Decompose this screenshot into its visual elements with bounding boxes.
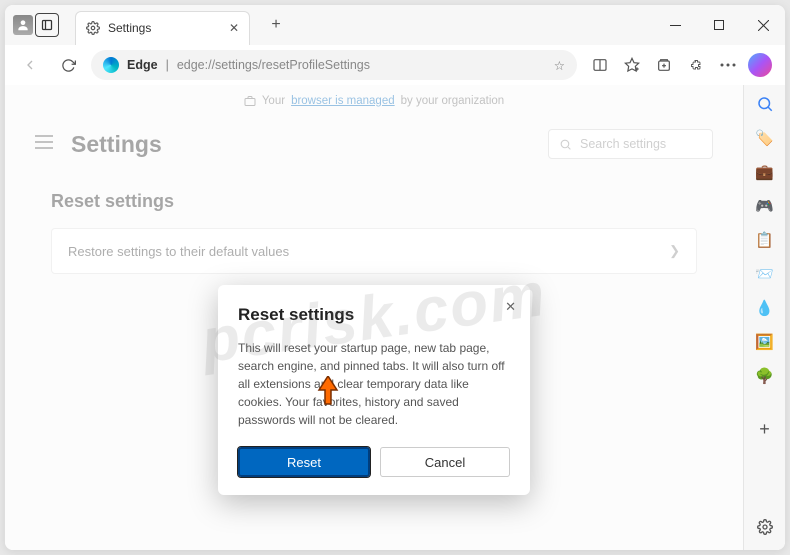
collections-icon[interactable] (649, 50, 679, 80)
tabstrip: Settings ✕ + (65, 6, 290, 45)
sidebar-shopping-icon[interactable]: 🏷️ (754, 127, 776, 149)
sidebar-games-icon[interactable]: 🎮 (754, 195, 776, 217)
gear-icon (86, 21, 100, 35)
edge-logo-icon (103, 57, 119, 73)
reset-button[interactable]: Reset (238, 447, 370, 477)
url-host: Edge (127, 58, 158, 72)
modal-overlay: ✕ Reset settings This will reset your st… (5, 85, 743, 550)
settings-page: Your browser is managed by your organiza… (5, 85, 743, 550)
back-button[interactable] (15, 50, 45, 80)
new-tab-button[interactable]: + (262, 11, 290, 39)
favorite-star-icon[interactable]: ☆ (554, 58, 565, 73)
close-tab-icon[interactable]: ✕ (229, 21, 239, 35)
url-path: edge://settings/resetProfileSettings (177, 58, 370, 72)
address-bar[interactable]: Edge | edge://settings/resetProfileSetti… (91, 50, 577, 80)
close-dialog-icon[interactable]: ✕ (505, 299, 516, 315)
sidebar-settings-icon[interactable] (757, 519, 773, 540)
titlebar: Settings ✕ + (5, 5, 785, 45)
toolbar: Edge | edge://settings/resetProfileSetti… (5, 45, 785, 85)
tab-settings[interactable]: Settings ✕ (75, 11, 250, 45)
reset-settings-dialog: ✕ Reset settings This will reset your st… (218, 285, 530, 495)
dialog-title: Reset settings (238, 305, 510, 325)
tab-label: Settings (108, 21, 221, 35)
menu-button[interactable] (713, 50, 743, 80)
copilot-button[interactable] (745, 50, 775, 80)
split-screen-icon[interactable] (585, 50, 615, 80)
profile-icon[interactable] (13, 15, 33, 35)
sidebar-outlook-icon[interactable]: 📨 (754, 263, 776, 285)
favorites-icon[interactable] (617, 50, 647, 80)
sidebar-search-icon[interactable] (754, 93, 776, 115)
refresh-button[interactable] (53, 50, 83, 80)
edge-sidebar: 🏷️ 💼 🎮 📋 📨 💧 🖼️ 🌳 + (743, 85, 785, 550)
close-window-button[interactable] (741, 5, 785, 45)
window-controls (653, 5, 785, 45)
sidebar-office-icon[interactable]: 📋 (754, 229, 776, 251)
extensions-icon[interactable] (681, 50, 711, 80)
browser-window: Settings ✕ + Edge | edge://settings/rese… (5, 5, 785, 550)
tab-actions-icon[interactable] (35, 13, 59, 37)
sidebar-image-icon[interactable]: 🖼️ (754, 331, 776, 353)
minimize-button[interactable] (653, 5, 697, 45)
sidebar-tools-icon[interactable]: 💼 (754, 161, 776, 183)
maximize-button[interactable] (697, 5, 741, 45)
sidebar-add-button[interactable]: + (759, 419, 770, 440)
dialog-body: This will reset your startup page, new t… (238, 339, 510, 429)
sidebar-eco-icon[interactable]: 🌳 (754, 365, 776, 387)
cancel-button[interactable]: Cancel (380, 447, 510, 477)
sidebar-drop-icon[interactable]: 💧 (754, 297, 776, 319)
